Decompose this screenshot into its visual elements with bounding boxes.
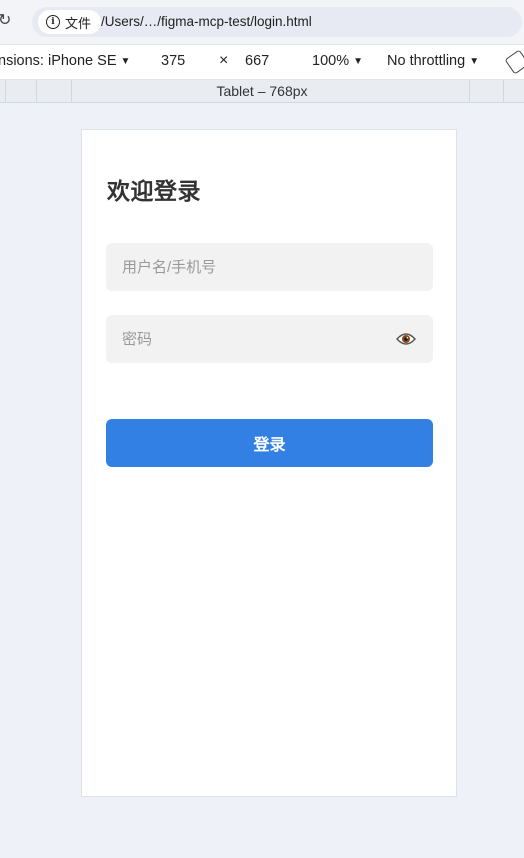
page-title: 欢迎登录 xyxy=(107,178,201,204)
url-text[interactable]: /Users/…/figma-mcp-test/login.html xyxy=(101,14,312,29)
site-info-label: 文件 xyxy=(65,15,92,31)
width-input[interactable]: 375 xyxy=(161,53,185,69)
chevron-down-icon: ▼ xyxy=(469,56,480,67)
zoom-label: 100% xyxy=(312,53,350,69)
device-dimensions-select[interactable]: nsions: iPhone SE ▼ xyxy=(0,53,130,69)
username-input[interactable] xyxy=(106,243,433,291)
height-input[interactable]: 667 xyxy=(245,53,269,69)
chevron-down-icon: ▼ xyxy=(120,56,131,67)
throttling-label: No throttling xyxy=(387,53,466,69)
device-toolbar: nsions: iPhone SE ▼ 375 × 667 100% ▼ No th… xyxy=(0,45,524,80)
site-info-chip[interactable]: i 文件 xyxy=(38,10,102,34)
reload-icon[interactable]: ↻ xyxy=(0,12,16,30)
media-query-bar: Tablet – 768px xyxy=(0,80,524,103)
address-bar[interactable]: i 文件 /Users/…/figma-mcp-test/login.html xyxy=(32,7,522,37)
login-button[interactable]: 登录 xyxy=(106,419,433,467)
info-icon: i xyxy=(46,15,60,29)
device-dimensions-label: nsions: iPhone SE xyxy=(0,53,117,69)
chevron-down-icon: ▼ xyxy=(353,56,363,67)
eye-icon[interactable] xyxy=(396,331,416,347)
rotate-icon[interactable] xyxy=(504,49,524,75)
zoom-select[interactable]: 100% ▼ xyxy=(312,53,363,69)
throttling-select[interactable]: No throttling ▼ xyxy=(387,53,479,69)
media-query-label[interactable]: Tablet – 768px xyxy=(0,83,524,99)
password-input[interactable] xyxy=(106,315,433,363)
browser-toolbar: ↻ i 文件 /Users/…/figma-mcp-test/login.htm… xyxy=(0,0,524,45)
times-icon: × xyxy=(219,52,229,69)
device-viewport: 欢迎登录 登录 xyxy=(81,129,457,797)
